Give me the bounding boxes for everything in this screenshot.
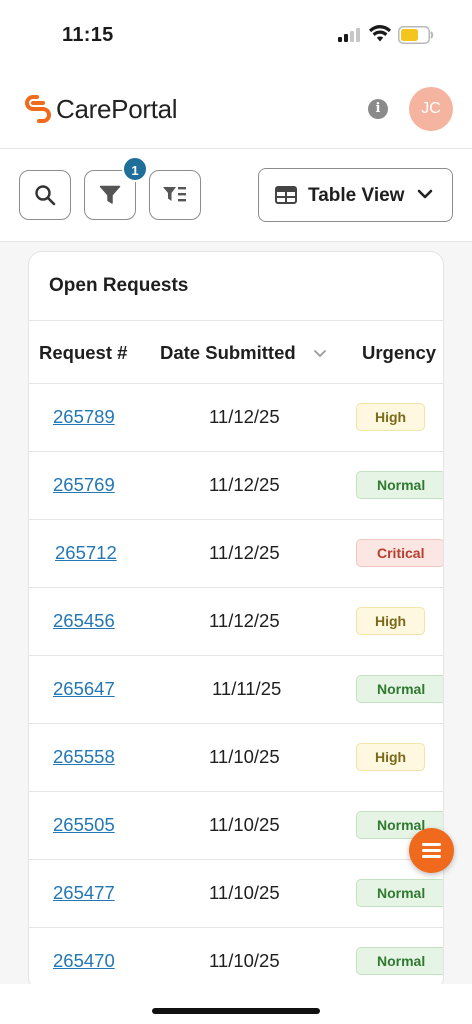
app-header: CarePortal i JC <box>0 70 472 149</box>
request-link[interactable]: 265477 <box>53 882 115 904</box>
status-time: 11:15 <box>62 24 114 46</box>
date-cell: 11/10/25 <box>209 882 280 903</box>
column-header-date[interactable]: Date Submitted <box>160 342 296 364</box>
table-row[interactable]: 265477 11/10/25 Normal <box>29 860 443 928</box>
info-icon[interactable]: i <box>368 99 388 119</box>
request-link[interactable]: 265558 <box>53 746 115 768</box>
table-row[interactable]: 265470 11/10/25 Normal <box>29 928 443 990</box>
view-label: Table View <box>308 185 405 206</box>
urgency-badge: High <box>356 403 426 431</box>
table-row[interactable]: 265505 11/10/25 Normal <box>29 792 443 860</box>
date-cell: 11/12/25 <box>209 542 280 563</box>
table-view-dropdown[interactable]: Table View <box>258 168 453 222</box>
request-link[interactable]: 265456 <box>53 610 115 632</box>
sort-chevron-icon[interactable] <box>313 349 327 358</box>
app-name: CarePortal <box>56 94 178 124</box>
request-link[interactable]: 265712 <box>55 542 117 564</box>
table-row[interactable]: 265769 11/12/25 Normal <box>29 452 443 520</box>
request-link[interactable]: 265769 <box>53 474 115 496</box>
request-link[interactable]: 265470 <box>53 950 115 972</box>
table-row[interactable]: 265456 11/12/25 High <box>29 588 443 656</box>
table-header: Request # Date Submitted Urgency <box>29 320 443 384</box>
request-link[interactable]: 265647 <box>53 678 115 700</box>
urgency-badge: High <box>356 743 426 771</box>
cellular-signal-icon <box>338 28 362 42</box>
table-grid-icon <box>275 186 297 204</box>
filter-icon <box>99 185 121 204</box>
home-indicator[interactable] <box>152 1008 320 1014</box>
column-header-request[interactable]: Request # <box>39 342 127 364</box>
careportal-logo-icon <box>25 95 51 123</box>
table-row[interactable]: 265789 11/12/25 High <box>29 384 443 452</box>
date-cell: 11/11/25 <box>212 678 282 699</box>
urgency-badge: Normal <box>356 879 443 907</box>
urgency-badge: Normal <box>356 675 443 703</box>
chevron-down-icon <box>417 189 433 199</box>
column-header-urgency[interactable]: Urgency <box>362 342 436 364</box>
table-row[interactable]: 265647 11/11/25 Normal <box>29 656 443 724</box>
date-cell: 11/10/25 <box>209 950 280 971</box>
date-cell: 11/12/25 <box>209 406 280 427</box>
date-cell: 11/12/25 <box>209 474 280 495</box>
screen: 11:15 CarePortal i JC 1 Table View Open … <box>0 0 472 1024</box>
user-avatar[interactable]: JC <box>409 87 453 131</box>
search-icon <box>35 185 56 206</box>
urgency-badge: Normal <box>356 471 443 499</box>
filter-list-icon <box>163 187 186 202</box>
table-body: 265789 11/12/25 High 265769 11/12/25 Nor… <box>29 384 443 990</box>
urgency-badge: High <box>356 607 426 635</box>
date-cell: 11/10/25 <box>209 814 280 835</box>
status-bar: 11:15 <box>0 0 472 70</box>
urgency-badge: Critical <box>356 539 443 567</box>
request-link[interactable]: 265789 <box>53 406 115 428</box>
bottom-safe-area <box>0 984 472 1024</box>
urgency-badge: Normal <box>356 947 443 975</box>
search-button[interactable] <box>19 170 71 220</box>
table-row[interactable]: 265558 11/10/25 High <box>29 724 443 792</box>
date-cell: 11/10/25 <box>209 746 280 767</box>
menu-fab-button[interactable] <box>409 828 454 873</box>
filter-count-badge: 1 <box>122 156 148 182</box>
advanced-filter-button[interactable] <box>149 170 201 220</box>
wifi-icon <box>369 25 391 42</box>
table-row[interactable]: 265712 11/12/25 Critical <box>29 520 443 588</box>
request-link[interactable]: 265505 <box>53 814 115 836</box>
battery-icon <box>398 26 434 44</box>
open-requests-card: Open Requests Request # Date Submitted U… <box>28 251 444 991</box>
card-title: Open Requests <box>49 275 189 296</box>
date-cell: 11/12/25 <box>209 610 280 631</box>
